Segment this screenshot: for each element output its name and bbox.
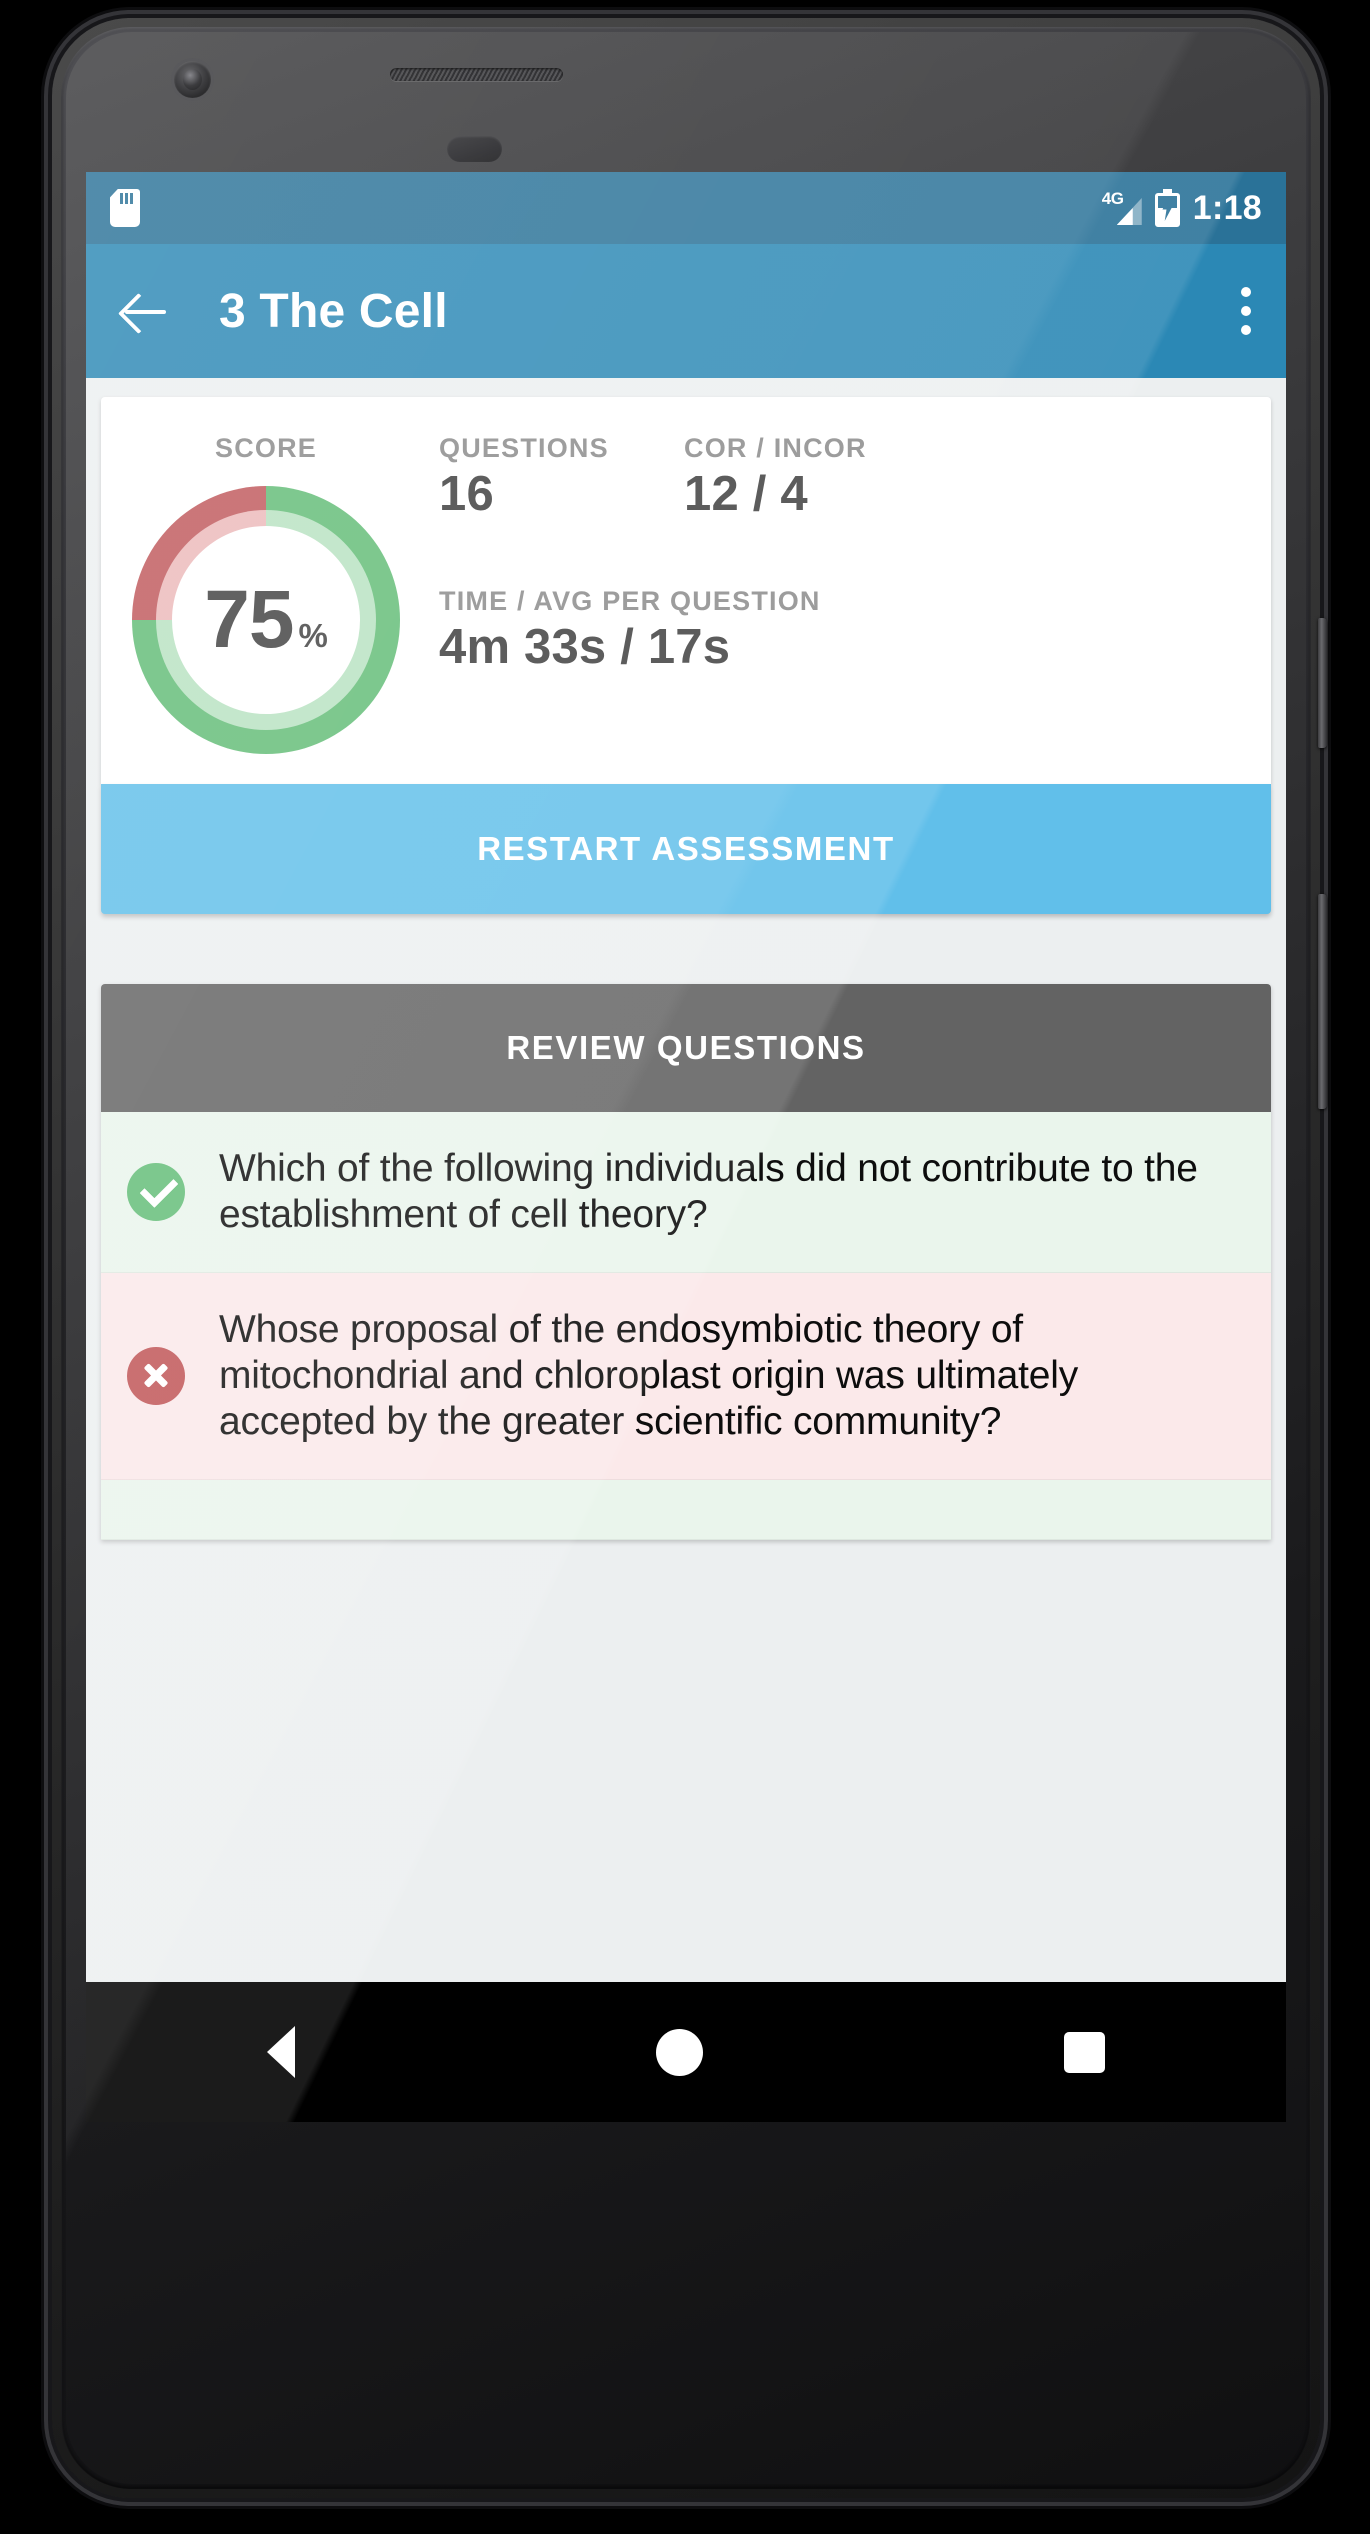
- app-content: SCORE 75 % QUESTIONS 16 COR / INCOR 12 /…: [86, 397, 1286, 1541]
- correct-incorrect-stat: COR / INCOR 12 / 4: [684, 433, 867, 522]
- question-text: Which of the following individuals did n…: [219, 1147, 1198, 1237]
- stats-column: QUESTIONS 16 COR / INCOR 12 / 4 TIME / A…: [431, 433, 1271, 754]
- review-questions-header[interactable]: REVIEW QUESTIONS: [101, 984, 1271, 1112]
- restart-assessment-button[interactable]: RESTART ASSESSMENT: [101, 784, 1271, 914]
- questions-stat: QUESTIONS 16: [439, 433, 684, 522]
- questions-value: 16: [439, 467, 494, 521]
- overflow-menu-icon[interactable]: [1240, 287, 1252, 335]
- signal-bars-icon: 4G: [1102, 189, 1142, 227]
- network-type-label: 4G: [1101, 189, 1124, 208]
- score-summary-card: SCORE 75 % QUESTIONS 16 COR / INCOR 12 /…: [101, 397, 1271, 784]
- question-list-item[interactable]: [101, 1480, 1271, 1541]
- score-column: SCORE 75 %: [101, 433, 431, 754]
- nav-back-button[interactable]: [266, 2026, 295, 2078]
- android-navigation-bar: [86, 1982, 1286, 2122]
- time-stat: TIME / AVG PER QUESTION 4m 33s / 17s: [439, 586, 1271, 675]
- question-list-item[interactable]: Which of the following individuals did n…: [101, 1112, 1271, 1274]
- nav-home-button[interactable]: [655, 2028, 703, 2076]
- power-button[interactable]: [1318, 618, 1327, 748]
- time-value: 4m 33s / 17s: [439, 620, 731, 674]
- phone-frame: 4G 1:18 3 The Cell SCORE 75 % QUESTIONS …: [52, 18, 1327, 2498]
- status-bar-right-group: 4G 1:18: [1102, 189, 1262, 228]
- cor-incor-value: 12 / 4: [684, 467, 808, 521]
- question-text: Whose proposal of the endosymbiotic theo…: [219, 1308, 1079, 1444]
- volume-button[interactable]: [1318, 894, 1327, 1109]
- check-circle-icon: [127, 1163, 185, 1222]
- score-donut-chart: 75 %: [132, 486, 400, 754]
- nav-recents-button[interactable]: [1064, 2031, 1106, 2073]
- proximity-sensor: [447, 136, 502, 162]
- app-bar: 3 The Cell: [86, 244, 1286, 378]
- question-list-item[interactable]: Whose proposal of the endosymbiotic theo…: [101, 1273, 1271, 1481]
- battery-charging-icon: [1154, 189, 1180, 227]
- score-label: SCORE: [214, 433, 318, 463]
- phone-screen: 4G 1:18 3 The Cell SCORE 75 % QUESTIONS …: [86, 172, 1286, 2122]
- back-arrow-icon[interactable]: [120, 285, 172, 337]
- status-bar-clock: 1:18: [1192, 188, 1262, 227]
- questions-label: QUESTIONS: [439, 433, 609, 463]
- front-camera-icon: [174, 61, 211, 98]
- cor-incor-label: COR / INCOR: [684, 433, 867, 463]
- time-label: TIME / AVG PER QUESTION: [439, 586, 821, 616]
- score-value: 75: [204, 574, 294, 665]
- status-bar: 4G 1:18: [86, 172, 1286, 244]
- camera-lens: [183, 69, 202, 90]
- donut-center: 75 %: [172, 526, 360, 714]
- earpiece-speaker-grille: [390, 68, 563, 81]
- percent-sign: %: [298, 617, 328, 654]
- page-title: 3 The Cell: [219, 284, 448, 338]
- sd-card-icon: [110, 189, 140, 227]
- review-questions-section: REVIEW QUESTIONS Which of the following …: [101, 984, 1271, 1541]
- x-circle-icon: [127, 1347, 185, 1406]
